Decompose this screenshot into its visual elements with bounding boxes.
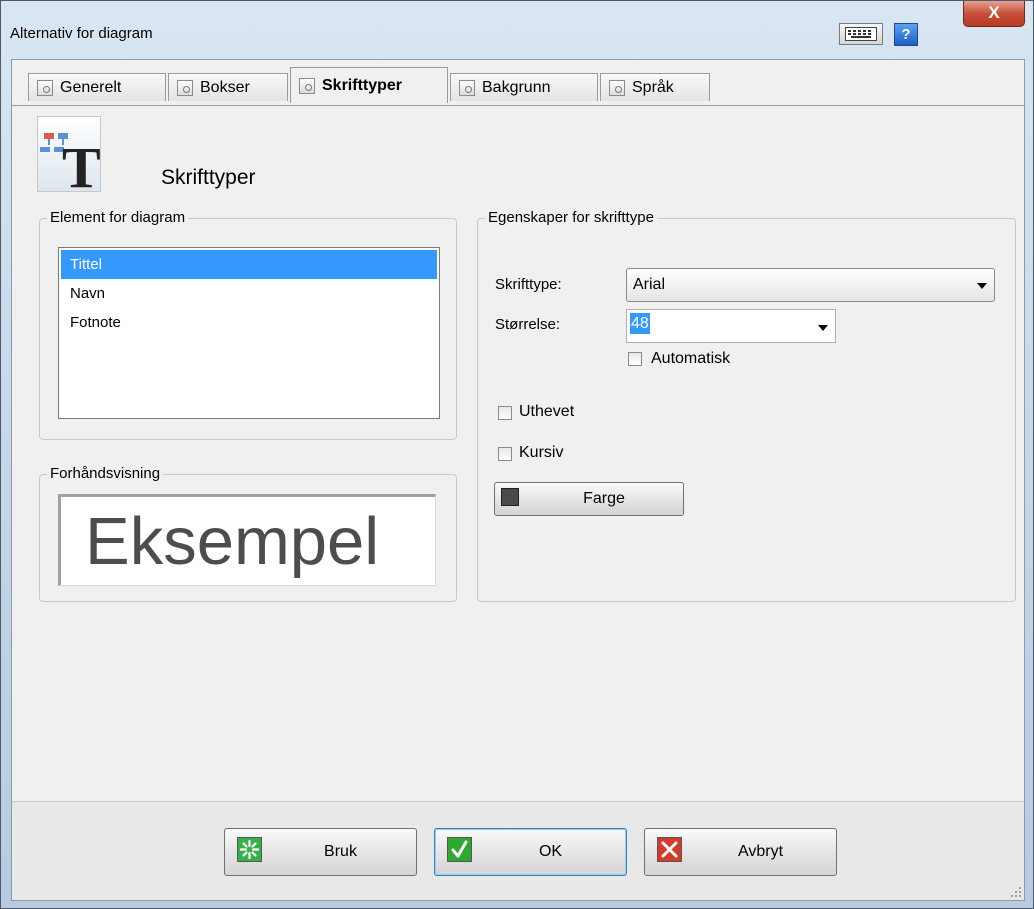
automatic-label: Automatisk [651,350,731,367]
font-value: Arial [633,276,666,293]
checkmark-icon [447,837,472,862]
tab-bokser[interactable]: Bokser [168,73,288,101]
element-listbox[interactable]: Tittel Navn Fotnote [58,247,440,419]
ok-button[interactable]: OK [434,828,627,876]
settings-icon [299,77,315,94]
settings-icon [609,79,625,96]
footer: Bruk OK Avbryt [12,801,1024,900]
keyboard-icon[interactable] [839,23,883,45]
apply-icon [237,837,262,862]
bold-label: Uthevet [519,403,575,420]
tab-bar: Generelt Bokser Skrifttyper Bakgrunn Spr… [12,65,1024,106]
close-icon [657,837,682,862]
close-button[interactable]: X [963,1,1025,27]
tab-bakgrunn[interactable]: Bakgrunn [450,73,598,101]
italic-checkbox[interactable] [498,447,512,461]
tab-generelt[interactable]: Generelt [28,73,166,101]
ok-label: OK [538,843,563,860]
page-title: Skrifttyper [161,166,256,189]
settings-icon [177,79,193,96]
tab-label: Språk [632,78,674,96]
color-label: Farge [583,490,625,507]
font-diagram-icon: T [37,116,101,200]
group-label: Forhåndsvisning [47,465,164,482]
tab-divider [12,105,1024,106]
svg-text:T: T [62,135,100,191]
settings-icon [459,79,475,96]
size-select[interactable]: 48 [626,309,836,343]
list-item[interactable]: Fotnote [61,308,437,337]
group-label: Element for diagram [47,209,189,226]
apply-button[interactable]: Bruk [224,828,417,876]
preview-box: Eksempel [58,494,436,586]
tab-skrifttyper[interactable]: Skrifttyper [290,67,448,103]
tab-sprak[interactable]: Språk [600,73,710,101]
help-button[interactable]: ? [894,23,918,46]
list-item[interactable]: Navn [61,279,437,308]
group-label: Egenskaper for skrifttype [485,209,657,226]
title-bar[interactable]: Alternativ for diagram ? X [1,1,1033,59]
color-swatch [501,488,519,506]
bold-checkbox[interactable] [498,406,512,420]
automatic-checkbox[interactable] [628,352,642,366]
italic-label: Kursiv [519,444,564,461]
color-button[interactable]: Farge [494,482,684,516]
cancel-label: Avbryt [737,843,784,860]
chevron-down-icon [977,283,987,289]
resize-grip-icon[interactable] [1010,886,1022,898]
chevron-down-icon [818,325,828,331]
preview-sample-text: Eksempel [85,504,380,579]
tab-label: Skrifttyper [322,76,403,94]
window-title: Alternativ for diagram [10,25,153,42]
dialog-window: Alternativ for diagram ? X Generelt Boks… [0,0,1034,909]
size-value[interactable]: 48 [630,313,650,334]
size-label: Størrelse: [495,316,561,333]
cancel-button[interactable]: Avbryt [644,828,837,876]
font-select[interactable]: Arial [626,268,995,302]
tab-label: Generelt [60,78,122,96]
list-item[interactable]: Tittel [61,250,437,279]
tab-label: Bokser [200,78,250,96]
font-label: Skrifttype: [495,276,562,293]
settings-icon [37,79,53,96]
dialog-client: Generelt Bokser Skrifttyper Bakgrunn Spr… [11,59,1025,901]
apply-label: Bruk [324,843,357,860]
tab-label: Bakgrunn [482,78,551,96]
